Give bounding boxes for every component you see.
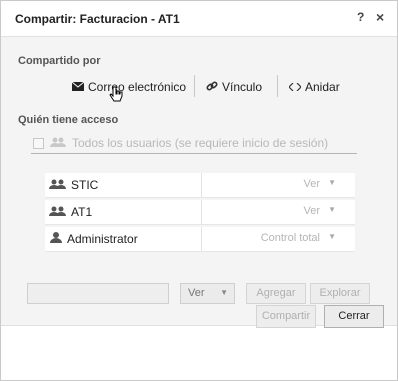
permission-principal: Administrator [49, 232, 138, 246]
add-button[interactable]: Agregar [246, 283, 306, 304]
everyone-row: Todos los usuarios (se requiere inicio d… [31, 133, 357, 154]
envelope-icon [71, 80, 85, 94]
permission-principal-name: AT1 [71, 205, 93, 219]
access-label: Quién tiene acceso [18, 114, 119, 126]
chevron-down-icon: ▼ [220, 288, 228, 297]
dialog-title: Compartir: Facturacion - AT1 [15, 12, 180, 26]
add-permission-select[interactable]: Ver ▼ [180, 283, 235, 304]
permission-level-dropdown[interactable]: Ver ▼ [201, 200, 356, 224]
permission-row: STIC Ver ▼ [45, 173, 355, 198]
share-email-option[interactable]: Correo electrónico [71, 78, 187, 96]
permission-level-dropdown[interactable]: Ver ▼ [201, 173, 356, 197]
permission-principal-name: Administrator [67, 232, 138, 246]
permission-row: AT1 Ver ▼ [45, 200, 355, 225]
dialog-body: Compartido por Correo electrónico Víncul… [1, 37, 397, 326]
dialog-titlebar: Compartir: Facturacion - AT1 ? × [1, 1, 397, 37]
link-icon [206, 80, 218, 95]
add-user-input[interactable] [27, 283, 169, 304]
add-permission-value: Ver [188, 287, 205, 299]
user-icon [49, 232, 63, 246]
embed-icon [288, 80, 302, 94]
permission-row: Administrator Control total ▼ [45, 227, 355, 252]
share-embed-label: Anidar [305, 80, 340, 94]
browse-button[interactable]: Explorar [310, 283, 370, 304]
group-icon [49, 205, 67, 219]
close-icon[interactable]: × [376, 9, 384, 25]
help-button[interactable]: ? [357, 10, 364, 24]
group-icon [49, 178, 67, 192]
share-link-label: Vínculo [222, 80, 263, 94]
everyone-checkbox[interactable] [33, 137, 44, 149]
hand-cursor-icon [109, 86, 123, 107]
permission-level-value: Ver [303, 205, 320, 217]
share-link-option[interactable]: Vínculo [206, 78, 262, 96]
share-embed-option[interactable]: Anidar [288, 78, 340, 96]
share-dialog: Compartir: Facturacion - AT1 ? × Compart… [0, 0, 398, 381]
everyone-label: Todos los usuarios (se requiere inicio d… [72, 136, 329, 150]
chevron-down-icon: ▼ [328, 232, 336, 241]
share-separator [277, 75, 278, 97]
share-separator [194, 75, 195, 97]
permission-level-value: Control total [260, 232, 320, 244]
permission-principal: STIC [49, 178, 98, 192]
chevron-down-icon: ▼ [328, 205, 336, 214]
shared-by-label: Compartido por [18, 55, 101, 67]
group-icon [50, 136, 66, 150]
permission-principal: AT1 [49, 205, 92, 219]
permission-principal-name: STIC [71, 178, 99, 192]
chevron-down-icon: ▼ [328, 178, 336, 187]
permission-level-dropdown[interactable]: Control total ▼ [201, 227, 356, 251]
share-email-label: Correo electrónico [88, 80, 187, 94]
permission-level-value: Ver [303, 178, 320, 190]
close-button[interactable]: Cerrar [324, 305, 384, 328]
share-button[interactable]: Compartir [256, 305, 316, 328]
